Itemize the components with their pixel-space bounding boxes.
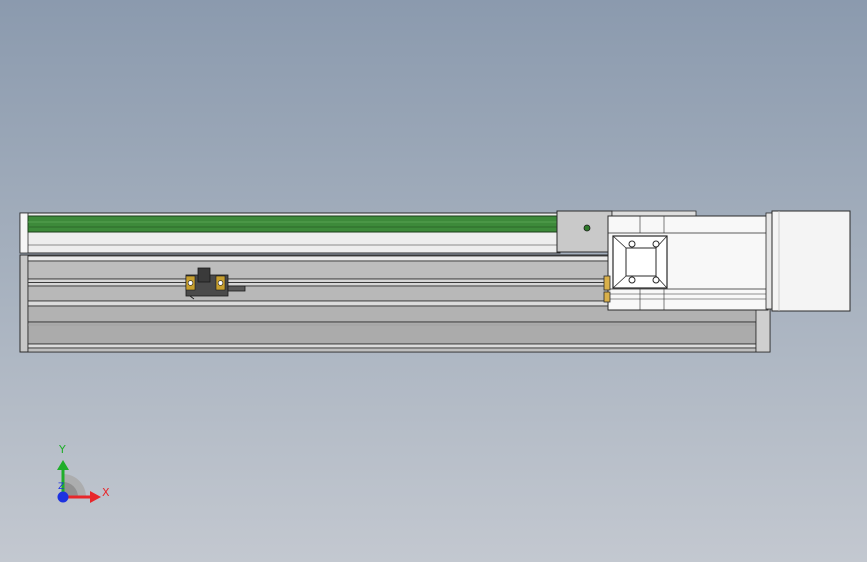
cad-viewport[interactable]: Y X Z <box>0 0 867 562</box>
y-axis-label: Y <box>59 443 66 456</box>
y-axis-arrowhead-icon <box>57 460 69 470</box>
x-axis-label: X <box>102 486 110 499</box>
sensor-cable <box>227 285 246 292</box>
carriage-indicator-icon <box>583 224 591 232</box>
linear-actuator-model[interactable] <box>0 0 867 562</box>
z-axis-label: Z <box>58 482 65 492</box>
timing-belt <box>27 215 561 233</box>
screw-icon <box>628 240 636 248</box>
screw-icon <box>652 240 660 248</box>
z-axis-dot-icon <box>57 491 69 503</box>
bolt-icon <box>187 280 194 286</box>
motor-mount <box>603 215 769 311</box>
bolt-icon <box>217 280 224 286</box>
servo-motor[interactable] <box>765 210 851 312</box>
screw-icon <box>628 276 636 284</box>
screw-icon <box>652 276 660 284</box>
belt-rail <box>19 212 561 254</box>
x-axis-arrowhead-icon <box>90 491 101 503</box>
